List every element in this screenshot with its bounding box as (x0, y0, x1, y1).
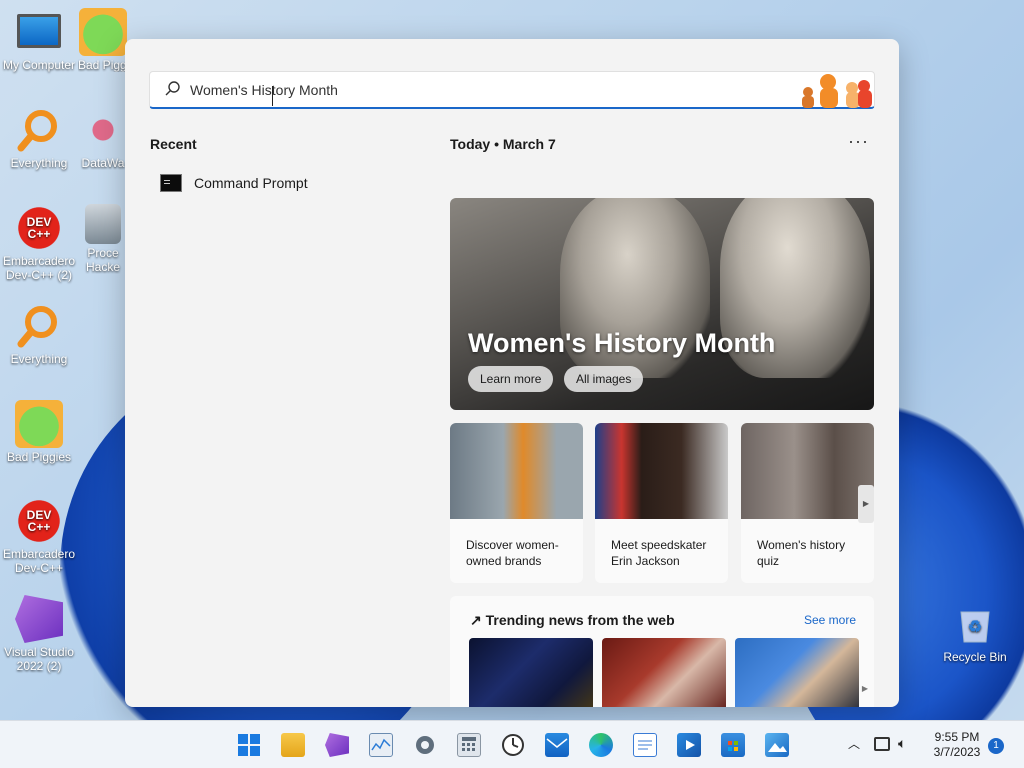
clock-icon[interactable] (501, 733, 525, 757)
desktop-icon-devcpp[interactable]: DEV C++ Embarcadero Dev-C++ (0, 497, 78, 575)
desktop-icon-label: DataWa (81, 156, 125, 170)
search-input[interactable] (190, 79, 770, 101)
clock-date: 3/7/2023 (933, 745, 981, 759)
desktop-icon-label: Proce Hacke (85, 246, 120, 274)
trending-news-section: ↗ Trending news from the web See more ▶ (450, 596, 874, 707)
search-icon (165, 81, 180, 96)
desktop-icon-bad-piggies[interactable]: Bad Piggies (78, 8, 128, 72)
show-hidden-icons-chevron-icon[interactable]: ︿ (848, 735, 860, 752)
search-box[interactable] (149, 71, 875, 109)
network-icon[interactable] (874, 737, 890, 751)
process-hacker-icon (85, 204, 121, 244)
desktop-icon-label: Embarcadero Dev-C++ (2) (2, 254, 76, 282)
bad-piggies-icon (15, 400, 63, 448)
file-explorer-icon[interactable] (281, 733, 305, 757)
desktop-icon-label: My Computer (2, 58, 76, 72)
notification-badge[interactable]: 1 (988, 738, 1004, 754)
desktop-icon-recycle-bin[interactable]: ♻ Recycle Bin (936, 600, 1014, 664)
notepad-icon[interactable] (633, 733, 657, 757)
store-icon[interactable] (721, 733, 745, 757)
card-caption: Meet speedskater Erin Jackson (611, 538, 707, 568)
trending-title: ↗ Trending news from the web (470, 612, 675, 628)
hero-card[interactable]: Women's History Month Learn more All ima… (450, 198, 874, 410)
desktop-icon-bad-piggies-2[interactable]: Bad Piggies (0, 400, 78, 464)
news-thumbnail[interactable] (469, 638, 593, 707)
desktop-icon-my-computer[interactable]: My Computer (0, 8, 78, 72)
everything-icon (15, 106, 63, 154)
recent-item-command-prompt[interactable]: Command Prompt (160, 174, 308, 192)
card-image (741, 423, 874, 519)
card-erin-jackson[interactable]: Meet speedskater Erin Jackson (595, 423, 728, 583)
news-thumbnail[interactable] (602, 638, 726, 707)
recycle-bin-icon: ♻ (951, 600, 999, 648)
clock-time: 9:55 PM (934, 730, 980, 744)
command-prompt-icon (160, 174, 182, 192)
desktop-icon-everything[interactable]: Everything (0, 106, 78, 170)
desktop-icon-everything-2[interactable]: Everything (0, 302, 78, 366)
svg-text:♻: ♻ (968, 619, 982, 636)
card-image (450, 423, 583, 519)
card-caption: Women's history quiz (757, 538, 846, 568)
task-manager-icon[interactable] (369, 733, 393, 757)
volume-icon[interactable]: 🔈︎ (898, 735, 906, 752)
calculator-icon[interactable] (457, 733, 481, 757)
hero-title: Women's History Month (468, 328, 776, 358)
desktop-icon-label: Recycle Bin (943, 650, 1007, 664)
desktop-icon-label: Everything (10, 352, 68, 366)
womens-history-art-icon (802, 74, 872, 108)
text-cursor (272, 86, 273, 106)
media-player-icon[interactable] (677, 733, 701, 757)
today-heading: Today • March 7 (450, 136, 556, 152)
learn-more-button[interactable]: Learn more (468, 366, 554, 392)
card-caption: Discover women-owned brands (466, 538, 559, 568)
card-women-owned-brands[interactable]: Discover women-owned brands (450, 423, 583, 583)
computer-icon (17, 14, 61, 48)
desktop-icon-label: Bad Piggies (6, 450, 72, 464)
devcpp-icon: DEV C++ (15, 204, 63, 252)
all-images-button[interactable]: All images (564, 366, 644, 392)
desktop-icon-visual-studio[interactable]: Visual Studio 2022 (2) (0, 595, 78, 673)
search-panel: Recent Command Prompt Today • March 7 ··… (125, 39, 899, 707)
card-history-quiz[interactable]: Women's history quiz (741, 423, 874, 583)
desktop-icon-label: Visual Studio 2022 (2) (4, 645, 74, 673)
desktop-icon-label: Everything (10, 156, 68, 170)
desktop-icon-label: Bad Piggies (78, 58, 128, 72)
settings-icon[interactable] (413, 733, 437, 757)
news-thumbnail[interactable] (735, 638, 859, 707)
everything-icon (15, 302, 63, 350)
photos-icon[interactable] (765, 733, 789, 757)
desktop-icon-datawa[interactable]: DataWa (78, 106, 128, 170)
bad-piggies-icon (79, 8, 127, 56)
desktop-icon-label: Embarcadero Dev-C++ (2, 547, 76, 575)
more-options-button[interactable]: ··· (848, 131, 869, 152)
recent-heading: Recent (150, 136, 197, 152)
mail-icon[interactable] (545, 733, 569, 757)
desktop-icon-process-hacker[interactable]: Proce Hacke (78, 204, 128, 274)
taskbar: ︿ 🔈︎ 9:55 PM 3/7/2023 1 (0, 720, 1024, 768)
desktop-icon-devcpp-2[interactable]: DEV C++ Embarcadero Dev-C++ (2) (0, 204, 78, 282)
clock-tray[interactable]: 9:55 PM 3/7/2023 (925, 730, 989, 760)
cards-next-arrow-icon[interactable]: ▶ (858, 485, 874, 523)
news-next-arrow-icon[interactable]: ▶ (862, 684, 868, 693)
recent-item-label: Command Prompt (194, 175, 308, 191)
devcpp-icon: DEV C++ (15, 497, 63, 545)
visual-studio-icon (15, 595, 63, 643)
card-image (595, 423, 728, 519)
visual-studio-icon[interactable] (325, 733, 349, 757)
see-more-link[interactable]: See more (804, 613, 856, 627)
start-icon[interactable] (237, 733, 261, 757)
edge-icon[interactable] (589, 733, 613, 757)
datawarehouse-icon (79, 106, 127, 154)
